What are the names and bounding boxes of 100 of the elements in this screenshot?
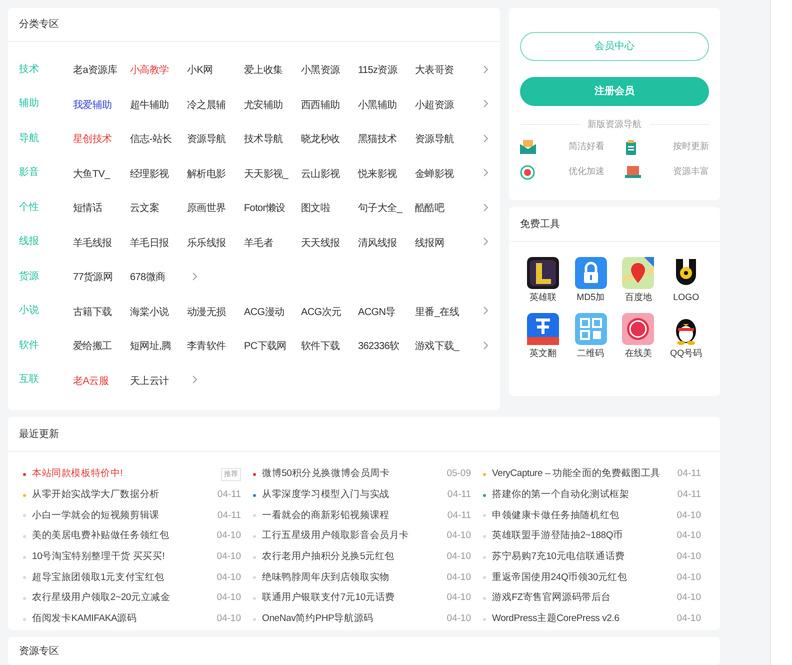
tool-label[interactable]: 英雄联 [529,291,556,304]
chevron-right-icon[interactable] [483,202,489,212]
site-link[interactable]: 清风线报 [358,238,397,249]
site-link[interactable]: 小K网 [187,65,213,76]
site-link[interactable]: Fotor懒设 [244,203,286,214]
site-link[interactable]: 大表哥资 [415,65,454,76]
update-link[interactable]: 申领健康卡做任务抽随机红包 [492,508,677,523]
update-link[interactable]: 重返帝国使用24Q币领30元红包 [492,570,677,585]
tool-label[interactable]: 二维码 [577,346,604,360]
site-link[interactable]: 悦来影视 [358,168,397,180]
site-link[interactable]: 图文啦 [301,203,330,214]
update-link[interactable]: 联通用户银联支付7元10元话费 [262,591,447,606]
update-link[interactable]: 10号淘宝特别整理干货 买买买! [32,550,217,564]
padlock-icon[interactable] [574,257,607,289]
site-link[interactable]: 里番_在线 [415,306,460,318]
site-link[interactable]: 短网址,腾 [130,341,172,352]
site-link[interactable]: 老a资源库 [73,65,118,76]
chevron-right-icon[interactable] [483,99,489,108]
chevron-right-icon[interactable] [483,134,489,143]
tool-label[interactable]: MD5加 [576,291,605,304]
site-link[interactable]: 羊毛线报 [73,238,112,249]
tool-label[interactable]: 英文翻 [529,346,556,360]
update-link[interactable]: 美的美居电费补贴做任务领红包 [32,529,217,544]
site-link[interactable]: 羊毛者 [244,238,274,249]
site-link[interactable]: 678微商 [130,272,166,284]
site-link[interactable]: 爱给搬工 [73,341,112,352]
update-link[interactable]: OneNav简约PHP导航源码 [262,612,447,626]
update-link[interactable]: 微博50积分兑换微博会员周卡 [262,467,447,482]
site-link[interactable]: ACGN导 [358,306,396,318]
site-link[interactable]: 尤安辅助 [244,100,283,111]
update-link[interactable]: 从零深度学习模型入门与实战 [262,488,448,502]
site-link[interactable]: 句子大全_ [358,203,402,214]
update-link[interactable]: 绝味鸭脖周年庆到店领取实物 [262,570,447,585]
site-link[interactable]: 酷酷吧 [415,203,444,214]
site-link[interactable]: PC下载网 [244,341,286,352]
update-link[interactable]: 小白一学就会的短视频剪辑课 [32,508,218,523]
site-link[interactable]: 我爱辅助 [73,100,112,111]
chevron-right-icon[interactable] [483,340,489,350]
site-link[interactable]: 海棠小说 [130,306,169,318]
translate-app-icon[interactable] [526,312,559,344]
update-link[interactable]: VeryCapture – 功能全面的免费截图工具 [492,467,678,482]
site-link[interactable]: 362336软 [358,341,400,352]
site-link[interactable]: 古籍下载 [73,306,112,318]
chevron-right-icon[interactable] [192,375,198,384]
site-link[interactable]: 云文案 [130,203,160,214]
site-link[interactable]: ACG次元 [301,306,342,318]
update-link[interactable]: 搭建你的第一个自动化测试框架 [492,488,678,502]
site-link[interactable]: 短情话 [73,203,102,214]
chevron-right-icon[interactable] [483,64,489,74]
update-link[interactable]: 苏宁易购7充10元电信联通话费 [492,550,677,564]
site-link[interactable]: 小高教学 [130,65,169,76]
site-link[interactable]: 线报网 [415,238,444,249]
tool-label[interactable]: 在线美 [624,346,652,360]
qr-code-icon[interactable] [574,312,607,344]
site-link[interactable]: 经理影视 [130,168,169,180]
site-link[interactable]: 爱上收集 [244,65,283,76]
site-link[interactable]: 羊毛日报 [130,238,169,249]
update-link[interactable]: 佰阅发卡KAMIFAKA源码 [32,612,217,626]
site-link[interactable]: 超牛辅助 [130,100,169,111]
beauty-app-icon[interactable] [622,312,654,344]
chevron-right-icon[interactable] [483,237,489,246]
chevron-right-icon[interactable] [483,306,489,316]
site-link[interactable]: 老A云服 [73,376,108,387]
update-link[interactable]: 农行老用户抽积分兑换5元红包 [262,550,447,564]
site-link[interactable]: 小超资源 [415,100,454,111]
site-link[interactable]: 晓龙秒收 [301,134,340,146]
update-link[interactable]: 从零开始实战学大厂数据分析 [32,488,218,502]
update-link[interactable]: 本站同款模板特价中! [32,467,221,482]
tool-label[interactable]: QQ号码 [670,346,702,360]
site-link[interactable]: 原画世界 [187,203,226,214]
site-link[interactable]: 星创技术 [73,134,112,146]
site-link[interactable]: 115z资源 [358,65,398,76]
update-link[interactable]: 农行星级用户领取2~20元立减金 [32,591,217,606]
site-link[interactable]: 乐乐线报 [187,238,226,249]
site-link[interactable]: ACG漫动 [244,306,284,318]
update-link[interactable]: WordPress主题CorePress v2.6 [492,612,677,626]
site-link[interactable]: 黑猫技术 [358,134,397,146]
tool-label[interactable]: 百度地 [624,291,652,304]
site-link[interactable]: 金蝉影视 [415,168,454,180]
site-link[interactable]: 游戏下载_ [415,341,460,352]
site-link[interactable]: 动漫无损 [187,306,226,318]
update-link[interactable]: 英雄联盟手游登陆抽2~188Q币 [492,529,677,544]
tool-label[interactable]: LOGO [673,291,700,304]
site-link[interactable]: 资源导航 [415,134,454,146]
site-link[interactable]: 小黑资源 [301,65,340,76]
site-link[interactable]: 冷之晨辅 [187,100,226,111]
map-pin-icon[interactable] [622,257,654,289]
site-link[interactable]: 云山影视 [301,168,340,180]
site-link[interactable]: 小黑辅助 [358,100,397,111]
site-link[interactable]: 77货源网 [73,272,113,284]
site-link[interactable]: 解析电影 [187,168,226,180]
update-link[interactable]: 一看就会的商新彩铅视频课程 [262,508,448,523]
site-link[interactable]: 资源导航 [187,134,226,146]
site-link[interactable]: 技术导航 [244,134,283,146]
site-link[interactable]: 天天线报 [301,238,340,249]
site-link[interactable]: 大鱼TV_ [73,168,110,180]
site-link[interactable]: 天天影视_ [244,168,288,180]
site-link[interactable]: 软件下载 [301,341,340,352]
chevron-right-icon[interactable] [483,168,489,178]
update-link[interactable]: 游戏FZ寄售官网源码带后台 [492,591,677,606]
